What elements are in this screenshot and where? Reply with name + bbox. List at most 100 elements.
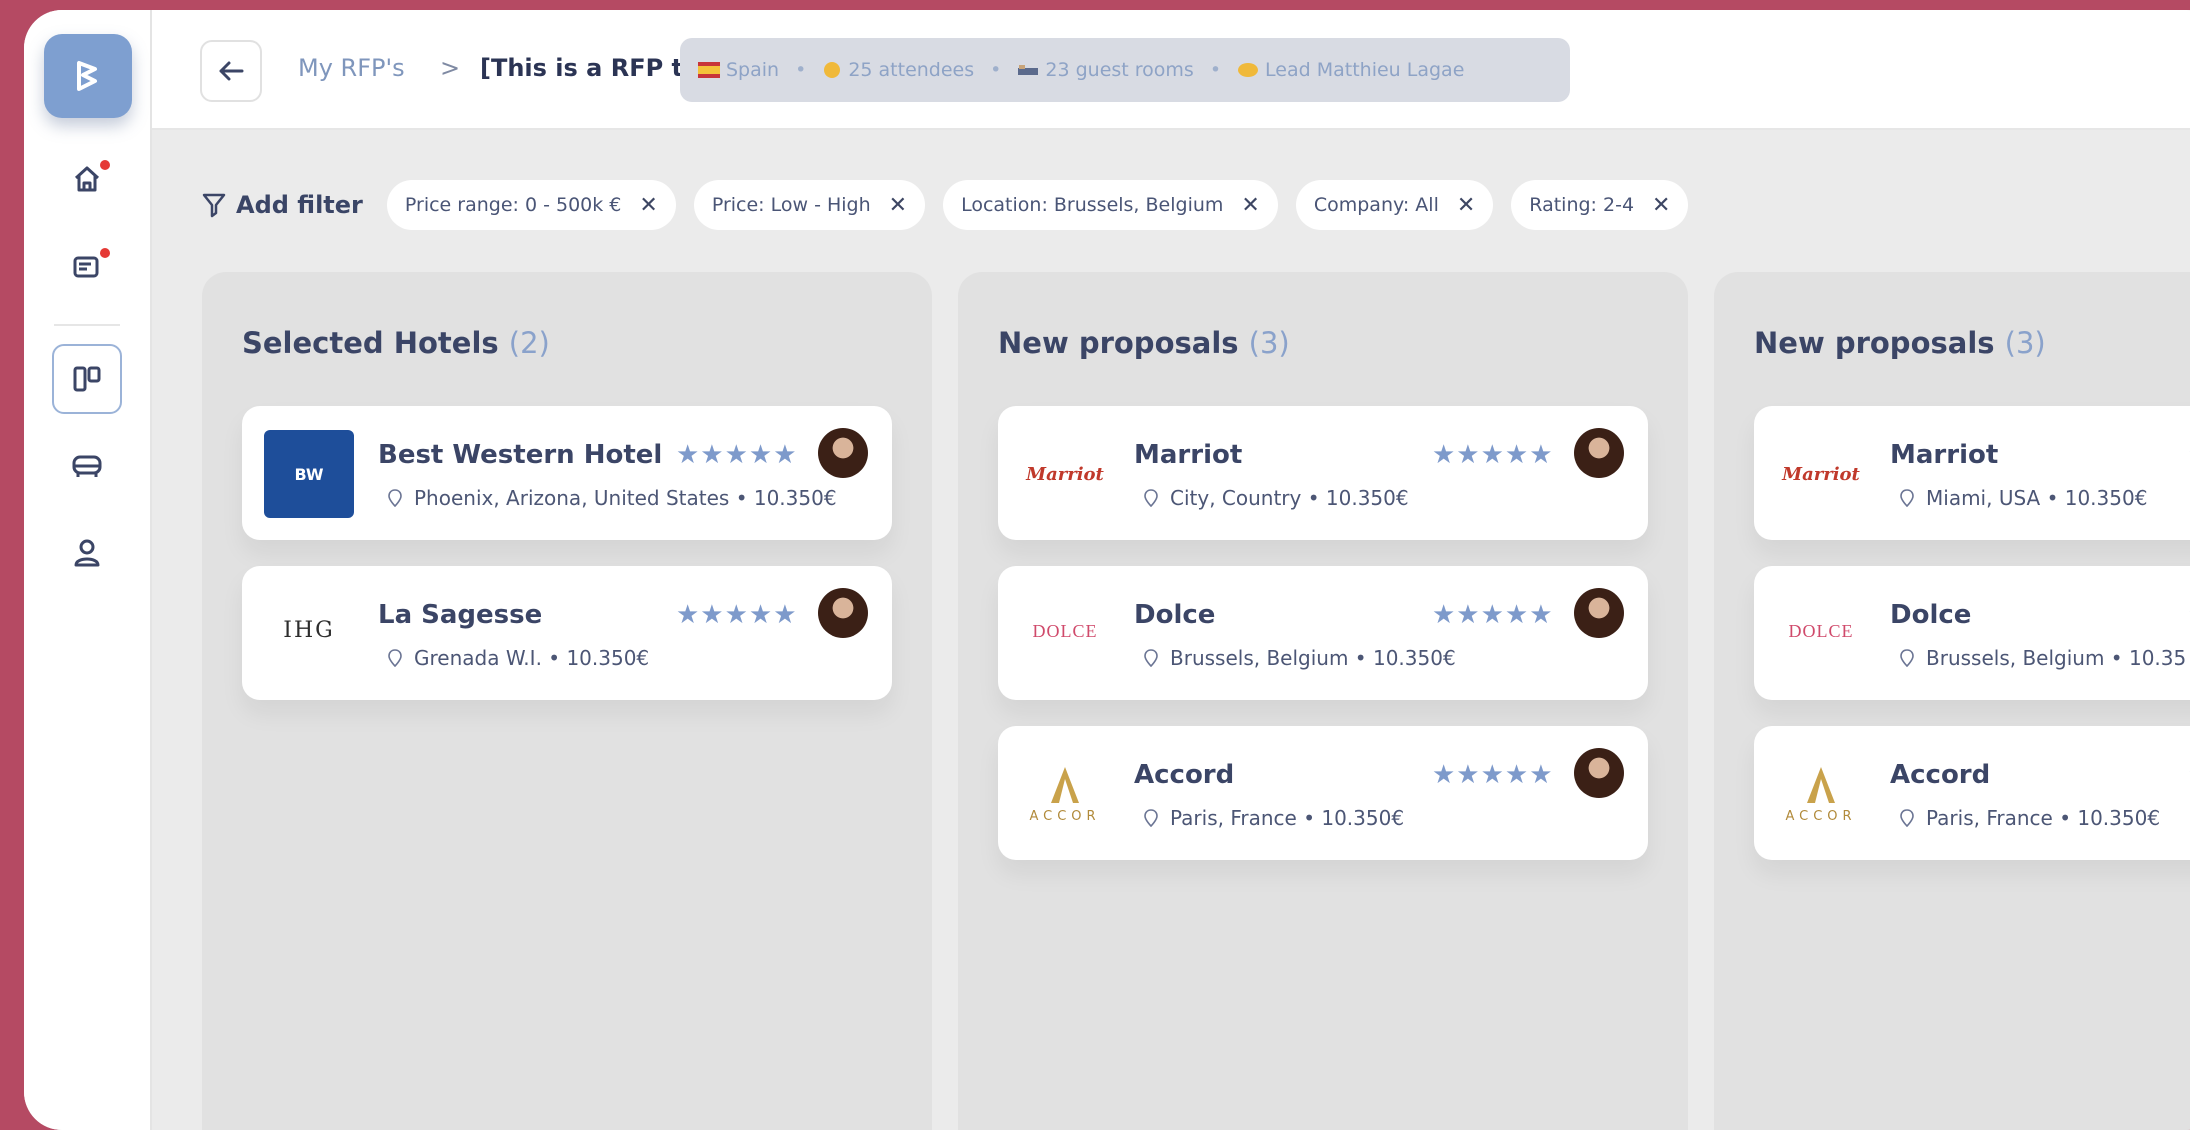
filter-chip-rating[interactable]: Rating: 2-4 ✕ [1511, 180, 1689, 230]
accor-logo: ACCOR [1785, 765, 1856, 824]
close-icon[interactable]: ✕ [889, 193, 907, 218]
column-count: (2) [508, 326, 550, 360]
hotel-logo-ihg: IHG [264, 590, 354, 678]
hotel-name: Dolce [1890, 600, 1972, 630]
hotel-location: Brussels, Belgium [1170, 646, 1349, 670]
sidebar-item-rooms[interactable] [58, 436, 116, 494]
breadcrumb-my-rfps[interactable]: My RFP's [298, 54, 405, 82]
sidebar-item-profile[interactable] [58, 524, 116, 582]
close-icon[interactable]: ✕ [1652, 193, 1670, 218]
sidebar-item-board[interactable] [52, 344, 122, 414]
hotel-location: City, Country [1170, 486, 1302, 510]
sidebar-divider [54, 324, 120, 326]
accor-mark-icon [1051, 766, 1079, 803]
hotel-meta: Brussels, Belgium • 10.35 [1900, 646, 2186, 670]
column-title-text: New proposals [998, 326, 1239, 360]
filter-chip-label: Location: Brussels, Belgium [961, 194, 1224, 216]
accor-logo: ACCOR [1029, 765, 1100, 824]
avatar[interactable] [1574, 748, 1624, 798]
hotel-price: 10.350€ [1325, 486, 1409, 510]
add-filter-label: Add filter [236, 191, 363, 219]
rating-stars: ★★★★★ [1432, 440, 1554, 470]
hotel-location: Grenada W.I. [414, 646, 542, 670]
board-icon [73, 366, 101, 392]
user-icon [74, 539, 100, 567]
location-pin-icon [388, 649, 402, 667]
column-selected-hotels: Selected Hotels (2) BW Best Western Hote… [202, 272, 932, 1130]
hotel-location: Paris, France [1170, 806, 1297, 830]
meta-country: Spain [698, 59, 779, 81]
column-title: Selected Hotels (2) [242, 326, 550, 360]
rating-stars: ★★★★★ [676, 600, 798, 630]
hotel-name: Accord [1890, 760, 1991, 790]
hotel-card[interactable]: DOLCE Dolce ★★★★★ Brussels, Belgium • 10… [998, 566, 1648, 700]
location-pin-icon [1144, 809, 1158, 827]
avatar[interactable] [818, 588, 868, 638]
hotel-price: 10.350€ [1321, 806, 1405, 830]
avatar[interactable] [818, 428, 868, 478]
hotel-meta: Grenada W.I. • 10.350€ [388, 646, 649, 670]
hotel-card[interactable]: Marriot Marriot ★★★★★ Miami, USA • 10.35… [1754, 406, 2190, 540]
location-pin-icon [1900, 809, 1914, 827]
brand-logo-icon [77, 61, 97, 91]
hotel-name: Marriot [1134, 440, 1243, 470]
hotel-location: Phoenix, Arizona, United States [414, 486, 730, 510]
rfp-meta-pill: Spain • 25 attendees • 23 guest rooms • [680, 38, 1570, 102]
close-icon[interactable]: ✕ [1457, 193, 1475, 218]
sidebar [24, 10, 152, 1130]
filter-chip-location[interactable]: Location: Brussels, Belgium ✕ [943, 180, 1278, 230]
hotel-price: 10.350€ [2064, 486, 2148, 510]
column-title: New proposals (3) [998, 326, 1290, 360]
meta-rooms: 23 guest rooms [1017, 59, 1194, 81]
hotel-location: Paris, France [1926, 806, 2053, 830]
meta-lead-label: Lead Matthieu Lagae [1265, 59, 1465, 81]
hotel-price: 10.350€ [2077, 806, 2161, 830]
dolce-logo: DOLCE [1788, 620, 1854, 641]
spain-flag-icon [698, 62, 720, 78]
hotel-card[interactable]: Marriot Marriot ★★★★★ City, Country • 10… [998, 406, 1648, 540]
hotel-logo-marriott: Marriot [1020, 430, 1110, 518]
hotel-card[interactable]: ACCOR Accord ★★★★★ Paris, France • 10.35… [998, 726, 1648, 860]
add-filter-button[interactable]: Add filter [202, 191, 363, 219]
close-icon[interactable]: ✕ [1241, 193, 1259, 218]
lead-emoji-icon [1238, 63, 1259, 77]
breadcrumb-separator: > [440, 54, 461, 82]
top-bar: My RFP's > [This is a RFP title] Spain •… [152, 10, 2190, 130]
meta-country-label: Spain [726, 59, 780, 81]
filter-chip-company[interactable]: Company: All ✕ [1295, 180, 1494, 230]
hotel-meta: City, Country • 10.350€ [1144, 486, 1409, 510]
avatar[interactable] [1574, 588, 1624, 638]
hotel-card[interactable]: BW Best Western Hotel ★★★★★ Phoenix, Ari… [242, 406, 892, 540]
meta-attendees-label: 25 attendees [848, 59, 975, 81]
notification-dot [100, 248, 110, 258]
hotel-card[interactable]: IHG La Sagesse ★★★★★ Grenada W.I. • 10.3… [242, 566, 892, 700]
filter-chip-label: Company: All [1313, 194, 1439, 216]
sidebar-item-inbox[interactable] [58, 238, 116, 296]
meta-attendees: 25 attendees [822, 59, 974, 81]
home-icon [74, 166, 100, 192]
column-new-proposals: New proposals (3) Marriot Marriot ★★★★★ … [958, 272, 1688, 1130]
arrow-left-icon [219, 61, 244, 81]
hotel-meta: Miami, USA • 10.350€ [1900, 486, 2147, 510]
hotel-card[interactable]: DOLCE Dolce ★★★★★ Brussels, Belgium • 10… [1754, 566, 2190, 700]
column-new-proposals: New proposals (3) Marriot Marriot ★★★★★ … [1714, 272, 2190, 1130]
avatar[interactable] [1574, 428, 1624, 478]
close-icon[interactable]: ✕ [639, 193, 657, 218]
hotel-price: 10.350€ [566, 646, 650, 670]
meta-bullet: • [990, 59, 1002, 81]
back-button[interactable] [200, 40, 262, 102]
hotel-meta: Paris, France • 10.350€ [1144, 806, 1404, 830]
notification-dot [100, 160, 110, 170]
app-logo[interactable] [44, 34, 132, 118]
filter-chip-price-range[interactable]: Price range: 0 - 500k € ✕ [386, 180, 676, 230]
location-pin-icon [1144, 489, 1158, 507]
rating-stars: ★★★★★ [676, 440, 798, 470]
bed-icon [72, 455, 102, 477]
hotel-card[interactable]: ACCOR Accord ★★★★★ Paris, France • 10.35… [1754, 726, 2190, 860]
filter-chip-price-order[interactable]: Price: Low - High ✕ [693, 180, 926, 230]
marriott-logo: Marriot [1026, 463, 1104, 485]
sidebar-item-home[interactable] [58, 150, 116, 208]
filter-chip-label: Rating: 2-4 [1529, 194, 1635, 216]
hotel-logo-best-western: BW [264, 430, 354, 518]
location-pin-icon [1900, 489, 1914, 507]
